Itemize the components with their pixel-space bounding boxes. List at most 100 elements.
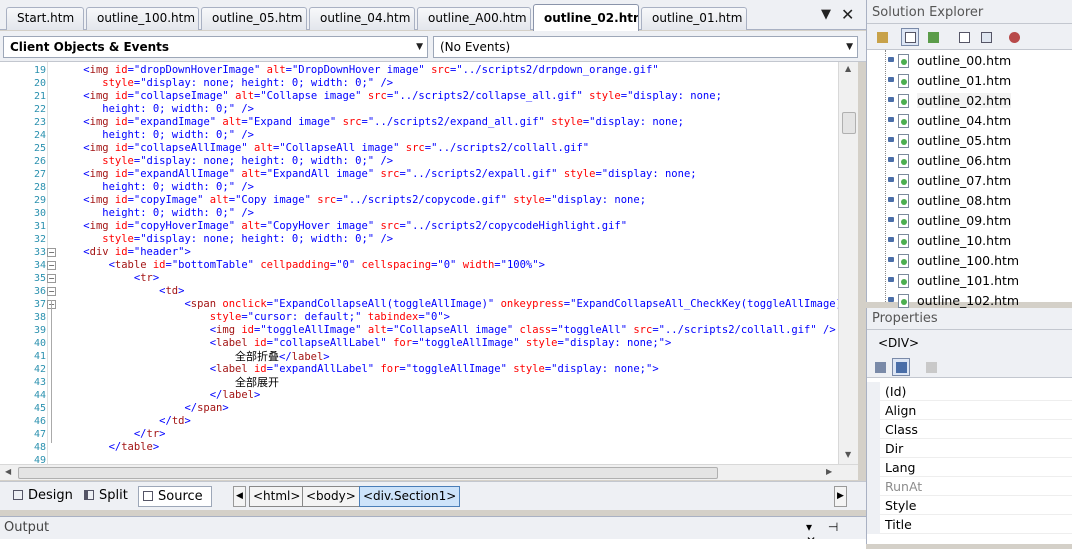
property-row[interactable]: Style [867,496,1072,515]
code-line[interactable]: 全部折叠</label> [58,350,330,363]
properties-object-selector[interactable]: <DIV> [867,330,1072,356]
fold-toggle-icon[interactable]: − [47,274,56,283]
solution-file-item[interactable]: outline_04.htm [867,111,1072,131]
solution-file-item[interactable]: outline_101.htm [867,271,1072,291]
code-line[interactable]: height: 0; width: 0;" /> [58,129,254,142]
scroll-down-icon[interactable]: ▼ [845,450,851,459]
breadcrumb-div-section1[interactable]: <div.Section1> [359,486,461,507]
code-line[interactable]: <img id="expandAllImage" alt="ExpandAll … [58,168,696,181]
property-row[interactable]: RunAt [867,477,1072,496]
property-row[interactable]: Lang [867,458,1072,477]
split-view-button[interactable]: Split [80,486,132,507]
line-number: 44 [33,390,46,401]
solution-file-item[interactable]: outline_05.htm [867,131,1072,151]
code-line[interactable]: <img id="collapseImage" alt="Collapse im… [58,90,722,103]
tab-outline-100[interactable]: outline_100.htm [86,7,199,30]
refresh-icon[interactable] [924,28,942,46]
tab-outline-a00[interactable]: outline_A00.htm [417,7,531,30]
code-line[interactable]: <img id="expandImage" alt="Expand image"… [58,116,684,129]
code-line[interactable]: <table id="bottomTable" cellpadding="0" … [58,259,545,272]
fold-toggle-icon[interactable]: − [47,261,56,270]
solution-file-item[interactable]: outline_09.htm [867,211,1072,231]
code-line[interactable]: style="display: none; height: 0; width: … [58,155,393,168]
view-code-icon[interactable] [955,28,973,46]
properties-header: Properties [867,308,1072,330]
property-row[interactable]: Align [867,401,1072,420]
breadcrumb-back-icon[interactable]: ◀ [233,486,246,507]
tab-start[interactable]: Start.htm [6,7,84,30]
fold-toggle-icon[interactable]: − [47,248,56,257]
line-number: 31 [33,221,46,232]
html-file-icon [898,154,909,168]
code-line[interactable]: <img id="collapseAllImage" alt="Collapse… [58,142,589,155]
code-line[interactable]: <div id="header"> [58,246,191,259]
show-all-files-icon[interactable] [901,28,919,46]
code-line[interactable]: height: 0; width: 0;" /> [58,207,254,220]
breadcrumb-html[interactable]: <html> [249,486,305,507]
property-row-gutter [867,515,880,534]
property-row[interactable]: (Id) [867,382,1072,401]
property-pages-icon[interactable] [922,358,940,376]
code-line[interactable]: <td> [58,285,184,298]
scroll-thumb[interactable] [842,112,856,134]
code-line[interactable]: </tr> [58,428,166,441]
source-code-editor[interactable]: 19 20 21 22 23 24 25 26 27 28 29 30 31 32 33 34 35 36 37 38… [0,62,858,464]
code-line[interactable]: style="display: none; height: 0; width: … [58,233,393,246]
tab-outline-04[interactable]: outline_04.htm [309,7,415,30]
code-line[interactable]: <img id="dropDownHoverImage" alt="DropDo… [58,64,658,77]
tab-outline-01[interactable]: outline_01.htm [641,7,747,30]
code-line[interactable]: <label id="expandAllLabel" for="toggleAl… [58,363,659,376]
solution-file-item[interactable]: outline_10.htm [867,231,1072,251]
code-line[interactable]: <span onclick="ExpandCollapseAll(toggleA… [58,298,848,311]
scroll-left-icon[interactable]: ◀ [5,467,11,476]
property-row[interactable]: Class [867,420,1072,439]
tab-list-dropdown-icon[interactable]: ▼ [821,7,831,22]
code-line[interactable]: height: 0; width: 0;" /> [58,103,254,116]
copy-website-icon[interactable] [1005,28,1023,46]
code-line[interactable]: <tr> [58,272,159,285]
breadcrumb-forward-icon[interactable]: ▶ [834,486,847,507]
solution-file-item[interactable]: outline_07.htm [867,171,1072,191]
property-row[interactable]: Title [867,515,1072,534]
scroll-up-icon[interactable]: ▲ [845,64,851,73]
client-objects-dropdown[interactable]: Client Objects & Events ▼ [3,36,428,58]
code-line[interactable]: <label id="collapseAllLabel" for="toggle… [58,337,672,350]
events-dropdown[interactable]: (No Events) ▼ [433,36,858,58]
code-line[interactable]: </td> [58,415,191,428]
code-line[interactable]: <img id="copyImage" alt="Copy image" src… [58,194,646,207]
editor-horizontal-scrollbar[interactable]: ◀ ▶ [0,464,858,480]
code-line[interactable]: 全部展开 [58,376,279,389]
scroll-thumb[interactable] [18,467,718,479]
code-line[interactable]: height: 0; width: 0;" /> [58,181,254,194]
code-line[interactable]: <img id="copyHoverImage" alt="CopyHover … [58,220,627,233]
tab-outline-05[interactable]: outline_05.htm [201,7,307,30]
solution-file-item[interactable]: outline_100.htm [867,251,1072,271]
design-view-button[interactable]: Design [9,486,73,507]
code-line[interactable]: </span> [58,402,228,415]
line-number: 49 [33,455,46,464]
alphabetical-sort-icon[interactable] [892,358,910,376]
source-view-button[interactable]: Source [138,486,212,507]
code-line[interactable]: </label> [58,389,261,402]
editor-vertical-scrollbar[interactable]: ▲ ▼ [838,62,858,464]
properties-icon[interactable] [873,28,891,46]
solution-file-item[interactable]: outline_08.htm [867,191,1072,211]
solution-file-item[interactable]: outline_00.htm [867,51,1072,71]
fold-toggle-icon[interactable]: − [47,287,56,296]
view-designer-icon[interactable] [977,28,995,46]
tab-label: outline_A00.htm [428,11,527,25]
solution-file-item[interactable]: outline_06.htm [867,151,1072,171]
code-line[interactable]: style="cursor: default;" tabindex="0"> [58,311,450,324]
close-document-icon[interactable]: ✕ [841,5,854,24]
code-line[interactable]: style="display: none; height: 0; width: … [58,77,393,90]
property-row[interactable]: Dir [867,439,1072,458]
code-line[interactable]: <img id="toggleAllImage" alt="CollapseAl… [58,324,836,337]
tab-outline-02[interactable]: outline_02.htm [533,4,639,31]
breadcrumb-body[interactable]: <body> [302,486,360,507]
solution-file-item[interactable]: outline_01.htm [867,71,1072,91]
solution-explorer-header: Solution Explorer [867,0,1072,24]
categorized-icon[interactable] [871,358,889,376]
solution-file-item[interactable]: outline_02.htm [867,91,1072,111]
code-line[interactable]: </table> [58,441,160,454]
scroll-right-icon[interactable]: ▶ [826,467,832,476]
